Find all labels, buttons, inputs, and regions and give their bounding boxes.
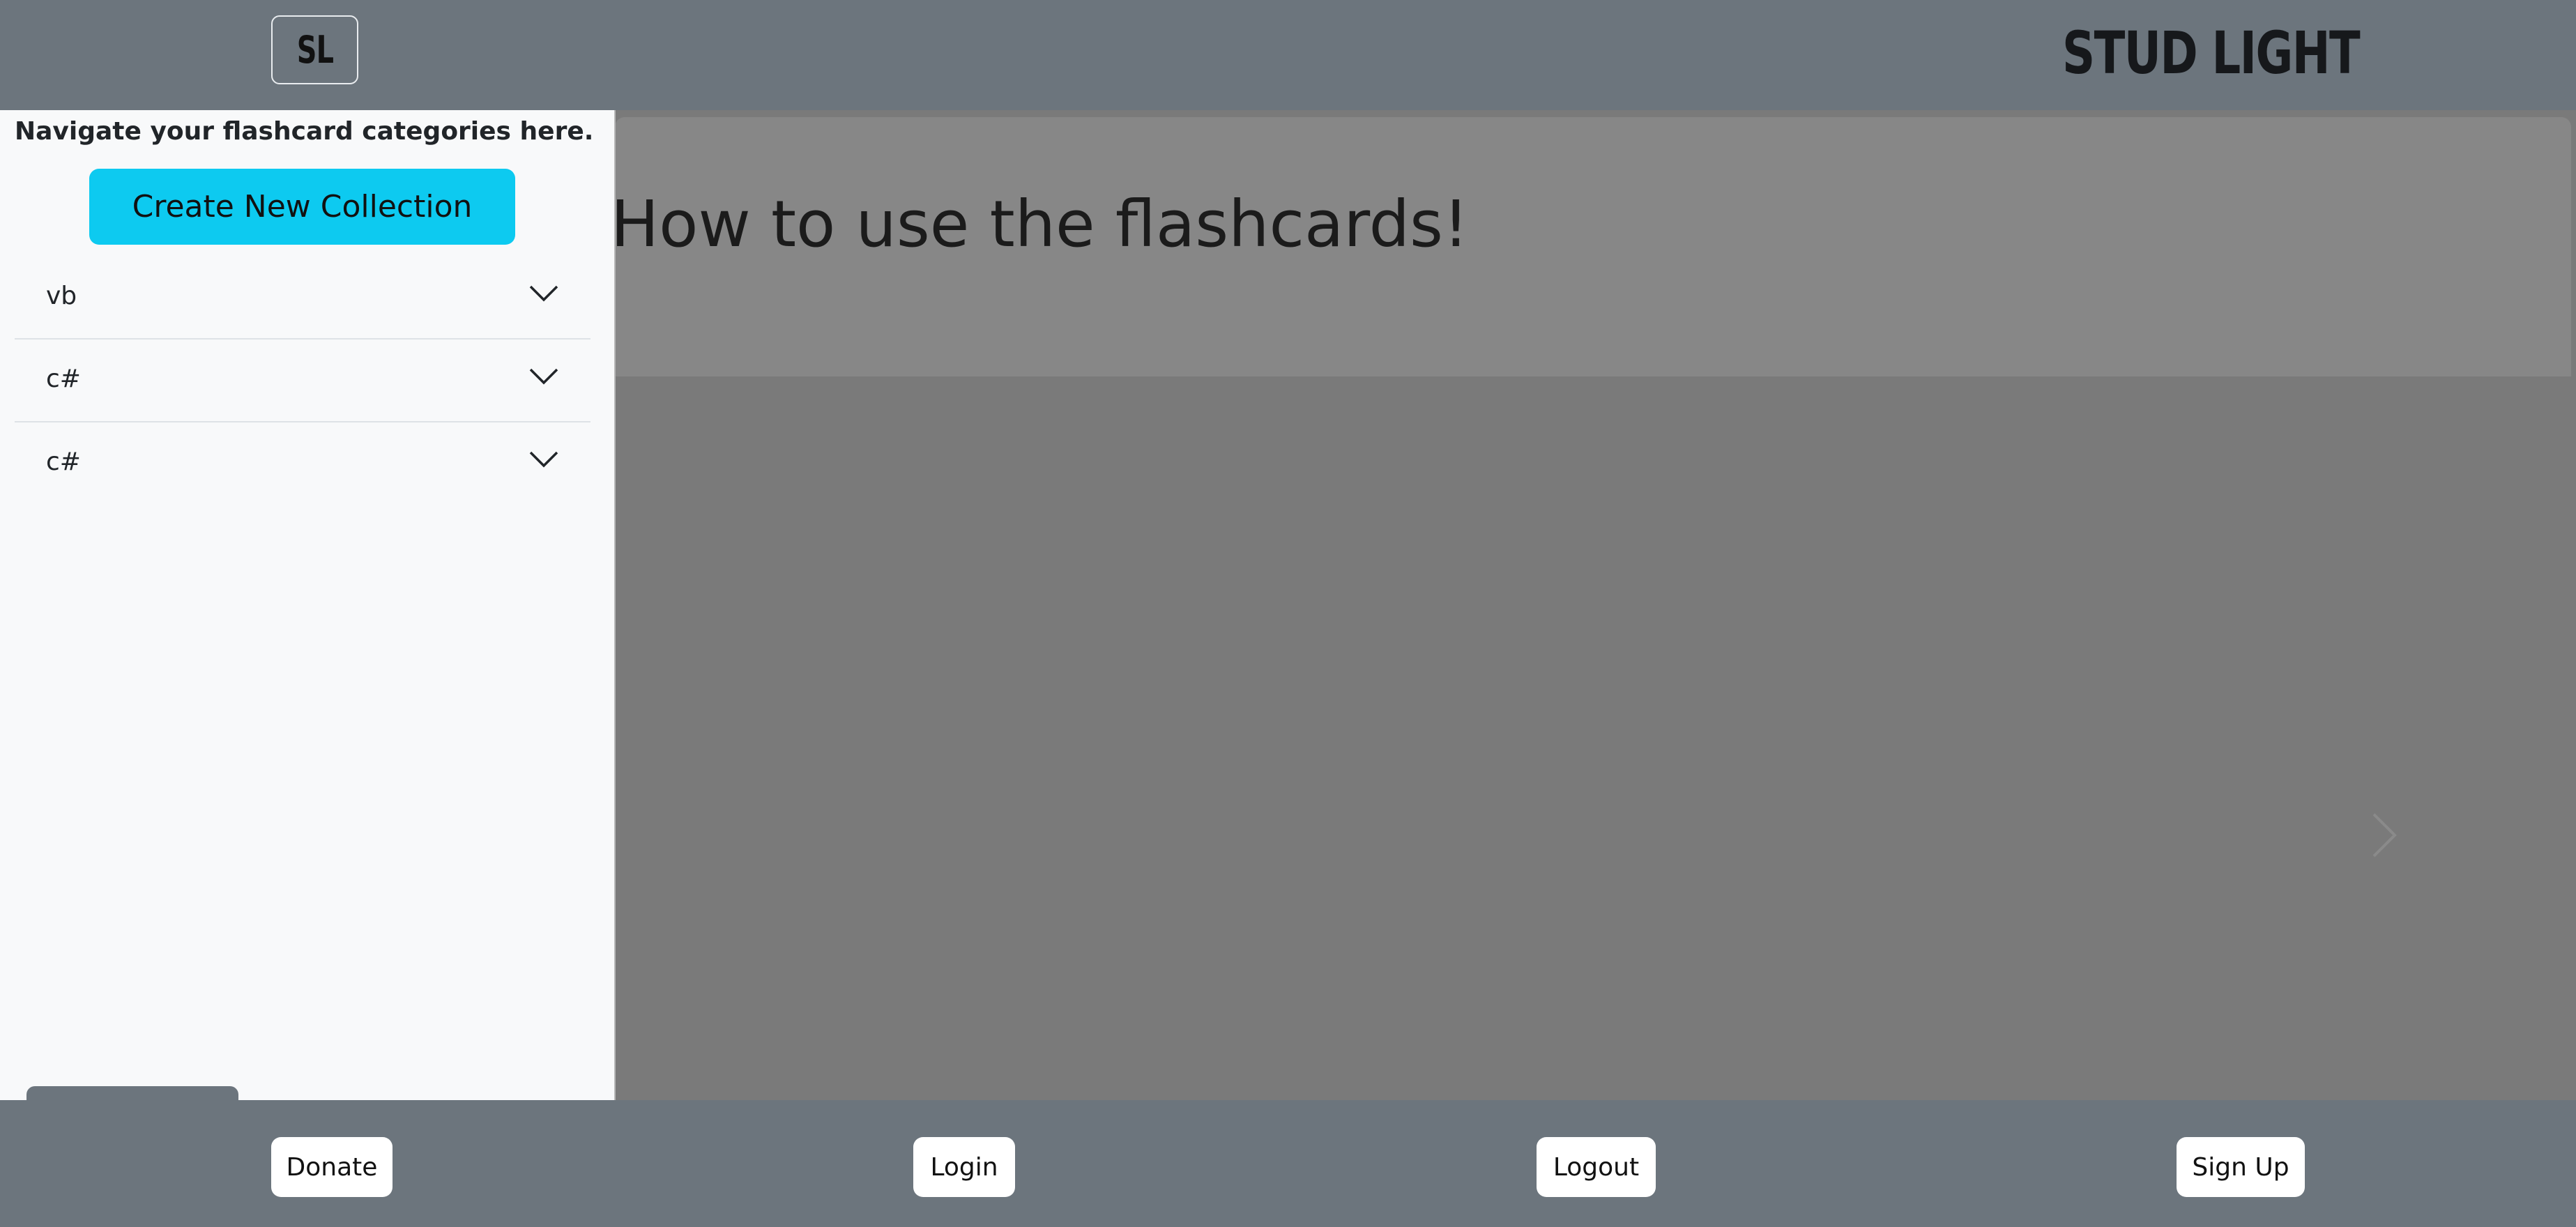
bottom-navbar: Donate Login Logout Sign Up — [0, 1100, 2576, 1227]
chevron-down-icon — [529, 285, 558, 302]
sidebar-description: Navigate your flashcard categories here. — [15, 117, 594, 146]
collections-accordion: vb c# c# — [15, 257, 590, 505]
chevron-right-icon[interactable] — [2363, 807, 2405, 863]
login-button[interactable]: Login — [913, 1137, 1015, 1197]
carousel-title: How to use the flashcards! — [611, 187, 1469, 261]
create-collection-button[interactable]: Create New Collection — [89, 169, 515, 245]
collections-sidebar: Navigate your flashcard categories here.… — [0, 110, 616, 1103]
collection-item[interactable]: vb — [15, 257, 590, 340]
logo-button[interactable]: SL — [271, 15, 358, 84]
donate-button[interactable]: Donate — [271, 1137, 393, 1197]
app: SL STUD LIGHT How to use the flashcards!… — [0, 0, 2576, 1227]
collection-item[interactable]: c# — [15, 340, 590, 422]
signup-button[interactable]: Sign Up — [2177, 1137, 2305, 1197]
chevron-down-icon — [529, 451, 558, 468]
logo-text: SL — [296, 28, 333, 72]
logout-button[interactable]: Logout — [1537, 1137, 1656, 1197]
collection-label: c# — [46, 448, 81, 476]
main-content: How to use the flashcards! — [611, 110, 2576, 1100]
brand-title: STUD LIGHT — [2062, 19, 2361, 87]
collection-label: c# — [46, 365, 81, 393]
collection-item[interactable]: c# — [15, 422, 590, 505]
collection-label: vb — [46, 282, 77, 310]
top-navbar: SL STUD LIGHT — [0, 0, 2576, 110]
carousel-header: How to use the flashcards! — [611, 117, 2571, 376]
chevron-down-icon — [529, 368, 558, 385]
